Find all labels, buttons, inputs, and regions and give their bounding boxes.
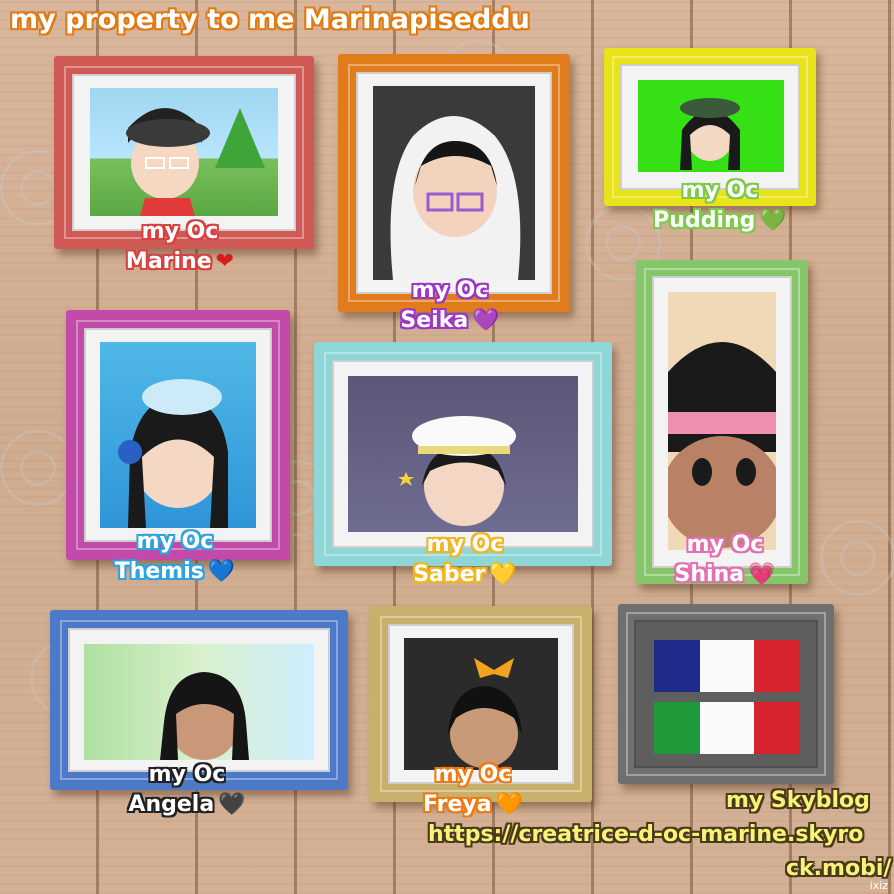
label-pudding-line1: my Oc [681, 178, 759, 203]
label-shina-name: Shina [674, 562, 745, 587]
skyblog-label: my Skyblog [726, 788, 870, 813]
label-themis-line1: my Oc [136, 529, 214, 554]
frame-seika[interactable] [338, 54, 570, 312]
label-freya-name: Freya [423, 792, 492, 817]
heart-icon: 💗 [748, 562, 776, 587]
label-themis-name: Themis [114, 559, 204, 584]
heart-icon: 💛 [489, 562, 517, 587]
label-angela: my Oc Angela 🖤 [112, 760, 262, 820]
label-seika-name: Seika [400, 308, 469, 333]
skyblog-url-line1[interactable]: https://creatrice-d-oc-marine.skyro [428, 822, 863, 847]
heart-icon: 💜 [472, 308, 500, 333]
label-marine: my Oc Marine ❤ [105, 217, 255, 277]
label-pudding: my Oc Pudding 💚 [640, 176, 800, 236]
page-title: my property to me Marinapiseddu [10, 4, 530, 35]
label-shina: my Oc Shina 💗 [650, 530, 800, 590]
heart-icon: ❤ [215, 249, 235, 274]
label-freya: my Oc Freya 🧡 [398, 760, 548, 820]
label-themis: my Oc Themis 💙 [100, 527, 250, 587]
label-saber-name: Saber [413, 562, 486, 587]
label-marine-name: Marine [125, 249, 212, 274]
label-pudding-name: Pudding [653, 208, 756, 233]
label-angela-line1: my Oc [148, 762, 226, 787]
heart-icon: 💙 [207, 559, 236, 584]
frame-italy-flag[interactable] [618, 604, 834, 784]
skyblog-url-line2[interactable]: ck.mobi/ [786, 856, 891, 881]
label-seika-line1: my Oc [411, 278, 489, 303]
label-freya-line1: my Oc [434, 762, 512, 787]
copyright-watermark-icon [820, 520, 894, 596]
label-angela-name: Angela [128, 792, 215, 817]
copyright-watermark-icon [0, 430, 76, 506]
label-saber-line1: my Oc [426, 532, 504, 557]
label-shina-line1: my Oc [686, 532, 764, 557]
heart-icon: 🧡 [495, 792, 523, 817]
heart-icon: 💚 [759, 208, 787, 233]
frame-themis[interactable] [66, 310, 290, 560]
label-saber: my Oc Saber 💛 [385, 530, 545, 590]
corner-mark: ixiz [869, 879, 888, 892]
label-seika: my Oc Seika 💜 [375, 276, 525, 336]
label-marine-line1: my Oc [141, 219, 219, 244]
heart-icon: 🖤 [218, 792, 246, 817]
